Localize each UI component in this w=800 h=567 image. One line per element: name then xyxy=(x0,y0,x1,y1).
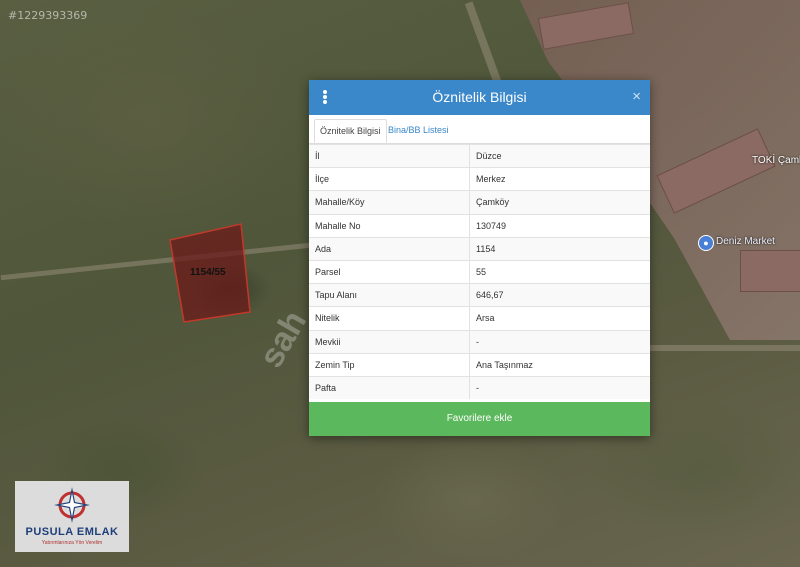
table-row: Nitelik Arsa xyxy=(309,306,650,330)
table-row: Mahalle/Köy Çamköy xyxy=(309,190,650,215)
attribute-value: Merkez xyxy=(469,167,650,191)
attribute-key: Parsel xyxy=(309,259,470,284)
table-row: Tapu Alanı 646,67 xyxy=(309,283,650,307)
tab-attribute-info[interactable]: Öznitelik Bilgisi xyxy=(314,119,387,143)
attribute-value: 55 xyxy=(469,259,650,284)
logo-name: PUSULA EMLAK xyxy=(25,526,119,538)
attribute-key: Mahalle No xyxy=(309,213,470,238)
table-row: Parsel 55 xyxy=(309,259,650,284)
table-row: İlçe Merkez xyxy=(309,167,650,191)
map-place-label: TOKİ Çamk xyxy=(752,155,800,166)
parcel-label: 1154/55 xyxy=(190,267,226,278)
attribute-value: 646,67 xyxy=(469,283,650,307)
shop-pin-icon[interactable]: ● xyxy=(698,235,714,251)
attribute-key: Ada xyxy=(309,236,470,261)
attribute-key: Pafta xyxy=(309,375,470,400)
attribute-key: İl xyxy=(309,143,470,168)
dialog-tabs: Öznitelik Bilgisi Bina/BB Listesi xyxy=(309,115,650,144)
attribute-value: Düzce xyxy=(469,143,650,168)
attribute-value: - xyxy=(469,329,650,354)
logo-tagline: Yatırımlarınıza Yön Verelim xyxy=(41,540,103,546)
attribute-info-dialog: Öznitelik Bilgisi × Öznitelik Bilgisi Bi… xyxy=(309,80,650,436)
table-row: İl Düzce xyxy=(309,143,650,168)
attribute-value: 130749 xyxy=(469,213,650,238)
map-place-label: Deniz Market xyxy=(716,236,775,247)
tab-building-list[interactable]: Bina/BB Listesi xyxy=(383,119,454,141)
close-icon[interactable]: × xyxy=(632,88,641,105)
attribute-value: 1154 xyxy=(469,236,650,261)
image-id-watermark: #1229393369 xyxy=(8,9,88,22)
attribute-key: Mevkii xyxy=(309,329,470,354)
compass-icon xyxy=(54,487,90,523)
table-row: Ada 1154 xyxy=(309,236,650,261)
attribute-value: Ana Taşınmaz xyxy=(469,352,650,377)
attribute-key: İlçe xyxy=(309,167,470,191)
attribute-key: Mahalle/Köy xyxy=(309,190,470,215)
attribute-value: - xyxy=(469,375,650,400)
attribute-key: Zemin Tip xyxy=(309,352,470,377)
add-to-favorites-button[interactable]: Favorilere ekle xyxy=(309,402,650,436)
attribute-value: Arsa xyxy=(469,306,650,330)
table-row: Mevkii - xyxy=(309,329,650,354)
dialog-header: Öznitelik Bilgisi × xyxy=(309,80,650,115)
dialog-title: Öznitelik Bilgisi xyxy=(432,89,527,105)
attribute-key: Tapu Alanı xyxy=(309,283,470,307)
pusula-emlak-logo: PUSULA EMLAK Yatırımlarınıza Yön Verelim xyxy=(15,481,129,552)
attribute-table: İl Düzce İlçe Merkez Mahalle/Köy Çamköy Mahall… xyxy=(309,143,650,400)
attribute-value: Çamköy xyxy=(469,190,650,215)
table-row: Zemin Tip Ana Taşınmaz xyxy=(309,352,650,377)
attribute-key: Nitelik xyxy=(309,306,470,330)
table-row: Mahalle No 130749 xyxy=(309,213,650,238)
table-row: Pafta - xyxy=(309,375,650,400)
